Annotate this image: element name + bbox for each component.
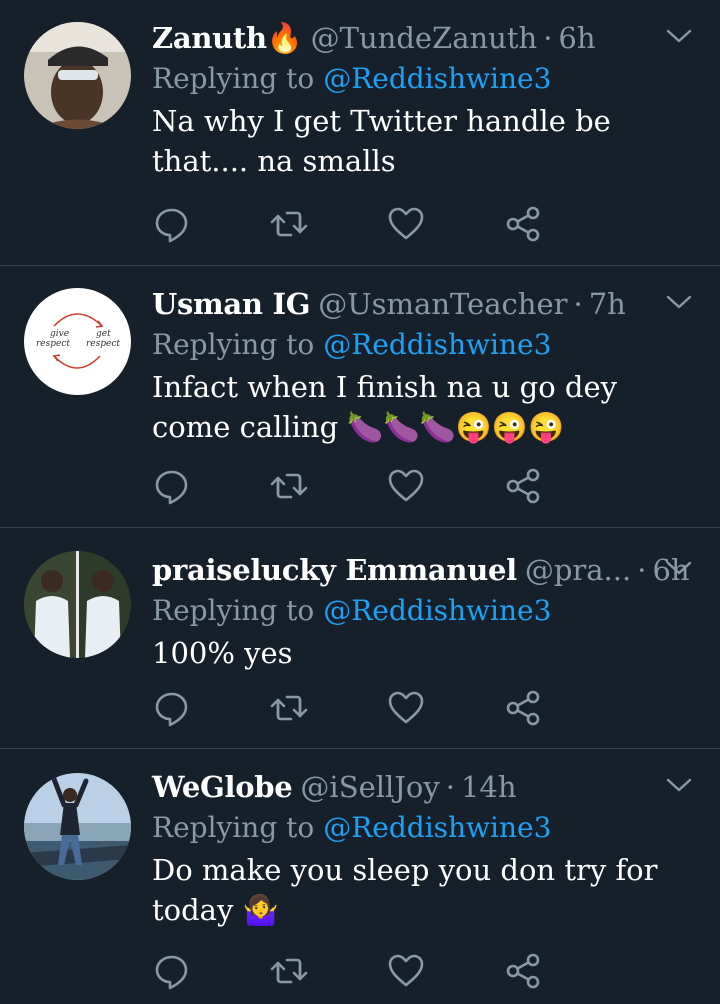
share-icon (506, 468, 540, 504)
reply-icon (155, 208, 188, 243)
replying-to: Replying to @Reddishwine3 (152, 59, 692, 99)
replying-to: Replying to @Reddishwine3 (152, 808, 692, 848)
avatar-text-get: get (96, 329, 111, 339)
tweet-text: Na why I get Twitter handle be that.... … (152, 104, 611, 178)
replying-prefix: Replying to (152, 594, 315, 627)
replying-handle-link[interactable]: @Reddishwine3 (323, 328, 551, 361)
tweet[interactable]: WeGlobe @iSellJoy · 14h Replying to @Red… (0, 749, 720, 1004)
separator-dot: · (573, 287, 583, 321)
like-button[interactable] (386, 204, 503, 244)
like-icon (388, 691, 424, 724)
retweet-button[interactable] (269, 466, 386, 506)
reply-button[interactable] (152, 204, 269, 244)
retweet-icon (270, 211, 308, 237)
chevron-down-icon[interactable] (666, 560, 692, 576)
user-handle[interactable]: @iSellJoy (300, 767, 439, 807)
tweet-text: Infact when I finish na u go dey come ca… (152, 370, 618, 444)
retweet-icon (270, 473, 308, 499)
reply-icon (155, 470, 188, 505)
share-button[interactable] (503, 204, 620, 244)
replying-handle-link[interactable]: @Reddishwine3 (323, 62, 551, 95)
like-button[interactable] (386, 466, 503, 506)
like-icon (388, 469, 424, 502)
like-icon (388, 207, 424, 240)
user-handle[interactable]: @pra... (525, 550, 631, 590)
tweet-text: Do make you sleep you don try for today … (152, 853, 658, 927)
timestamp[interactable]: 6h (558, 18, 595, 58)
share-icon (506, 690, 540, 726)
reply-button[interactable] (152, 688, 269, 728)
display-name[interactable]: praiselucky Emmanuel (152, 550, 517, 590)
reply-icon (155, 692, 188, 727)
retweet-button[interactable] (269, 688, 386, 728)
timestamp[interactable]: 14h (461, 767, 517, 807)
replying-prefix: Replying to (152, 62, 315, 95)
replying-handle-link[interactable]: @Reddishwine3 (323, 811, 551, 844)
tweet[interactable]: give respect get respect Usman IG @Usman… (0, 266, 720, 528)
user-handle[interactable]: @UsmanTeacher (318, 284, 567, 324)
replying-to: Replying to @Reddishwine3 (152, 325, 692, 365)
share-icon (506, 953, 540, 989)
user-handle[interactable]: @TundeZanuth (311, 18, 538, 58)
avatar-text-respect: respect (36, 339, 70, 349)
retweet-icon (270, 958, 308, 984)
avatar[interactable]: give respect get respect (24, 288, 131, 395)
reply-button[interactable] (152, 951, 269, 991)
avatar[interactable] (24, 551, 131, 658)
tweet[interactable]: Zanuth🔥 @TundeZanuth · 6h Replying to @R… (0, 0, 720, 266)
separator-dot: · (543, 21, 553, 55)
like-icon (388, 954, 424, 987)
like-button[interactable] (386, 951, 503, 991)
reply-button[interactable] (152, 466, 269, 506)
chevron-down-icon[interactable] (666, 777, 692, 793)
display-name[interactable]: Usman IG (152, 284, 311, 324)
replying-to: Replying to @Reddishwine3 (152, 591, 692, 631)
replying-handle-link[interactable]: @Reddishwine3 (323, 594, 551, 627)
like-button[interactable] (386, 688, 503, 728)
avatar-text-respect-2: respect (86, 339, 120, 349)
tweet[interactable]: praiselucky Emmanuel @pra... · 6h Replyi… (0, 528, 720, 749)
share-button[interactable] (503, 951, 620, 991)
share-button[interactable] (503, 466, 620, 506)
reply-icon (155, 955, 188, 990)
timestamp[interactable]: 7h (589, 284, 626, 324)
share-button[interactable] (503, 688, 620, 728)
display-name[interactable]: Zanuth🔥 (152, 18, 303, 58)
chevron-down-icon[interactable] (666, 28, 692, 44)
separator-dot: · (637, 553, 647, 587)
retweet-icon (270, 695, 308, 721)
avatar[interactable] (24, 22, 131, 129)
replying-prefix: Replying to (152, 328, 315, 361)
retweet-button[interactable] (269, 951, 386, 991)
share-icon (506, 206, 540, 242)
display-name[interactable]: WeGlobe (152, 767, 293, 807)
chevron-down-icon[interactable] (666, 294, 692, 310)
avatar[interactable] (24, 773, 131, 880)
tweet-text: 100% yes (152, 636, 293, 670)
avatar-text-give: give (50, 329, 69, 339)
replying-prefix: Replying to (152, 811, 315, 844)
separator-dot: · (445, 770, 455, 804)
retweet-button[interactable] (269, 204, 386, 244)
